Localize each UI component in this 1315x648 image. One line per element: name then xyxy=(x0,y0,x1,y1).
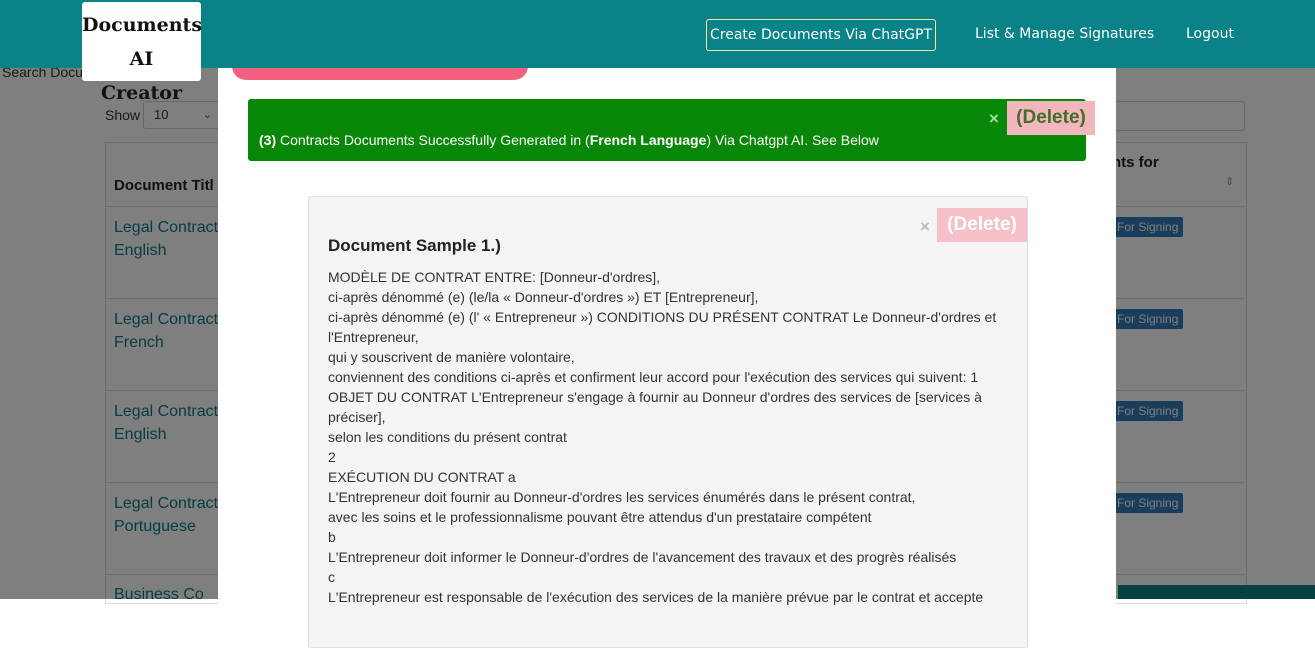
document-line: c xyxy=(328,569,335,585)
document-line: 2 xyxy=(328,449,336,465)
document-line: conviennent des conditions ci-après et c… xyxy=(328,369,979,385)
nav-list-signatures[interactable]: List & Manage Signatures xyxy=(975,26,1154,42)
top-navbar: Documents AI Creator Create Documents Vi… xyxy=(0,0,1315,104)
document-line: ci-après dénommé (e) (le/la « Donneur-d'… xyxy=(328,289,759,305)
nav-logout[interactable]: Logout xyxy=(1186,26,1234,42)
alert-delete-button[interactable]: (Delete) xyxy=(1007,101,1095,135)
document-line: EXÉCUTION DU CONTRAT a xyxy=(328,469,516,485)
document-line: selon les conditions du présent contrat xyxy=(328,429,567,445)
document-line: L'Entrepreneur est responsable de l'exéc… xyxy=(328,589,984,605)
document-line: MODÈLE DE CONTRAT ENTRE: [Donneur-d'ordr… xyxy=(328,269,661,285)
document-sample-body: MODÈLE DE CONTRAT ENTRE: [Donneur-d'ordr… xyxy=(328,267,1008,607)
document-line: qui y souscrivent de manière volontaire, xyxy=(328,349,575,365)
close-icon[interactable]: × xyxy=(989,109,999,129)
sample-delete-button[interactable]: (Delete) xyxy=(937,208,1027,242)
success-alert: (3) Contracts Documents Successfully Gen… xyxy=(248,99,1095,161)
create-documents-button[interactable]: Create Documents Via ChatGPT xyxy=(706,19,936,51)
app-logo[interactable]: Documents AI Creator xyxy=(82,2,202,104)
document-line: L'Entrepreneur doit fournir au Donneur-d… xyxy=(328,489,916,505)
document-sample-card: (Delete) × Document Sample 1.) MODÈLE DE… xyxy=(308,196,1028,648)
document-sample-title: Document Sample 1.) xyxy=(328,236,501,255)
document-line: b xyxy=(328,529,336,545)
generated-documents-modal: (3) Contracts Documents Successfully Gen… xyxy=(218,40,1116,648)
success-message: (3) Contracts Documents Successfully Gen… xyxy=(259,132,879,148)
document-line: OBJET DU CONTRAT L'Entrepreneur s'engage… xyxy=(328,389,982,425)
close-icon[interactable]: × xyxy=(920,217,930,237)
document-line: avec les soins et le professionnalisme p… xyxy=(328,509,872,525)
document-line: L'Entrepreneur doit informer le Donneur-… xyxy=(328,549,957,565)
document-line: ci-après dénommé (e) (l' « Entrepreneur … xyxy=(328,309,997,345)
